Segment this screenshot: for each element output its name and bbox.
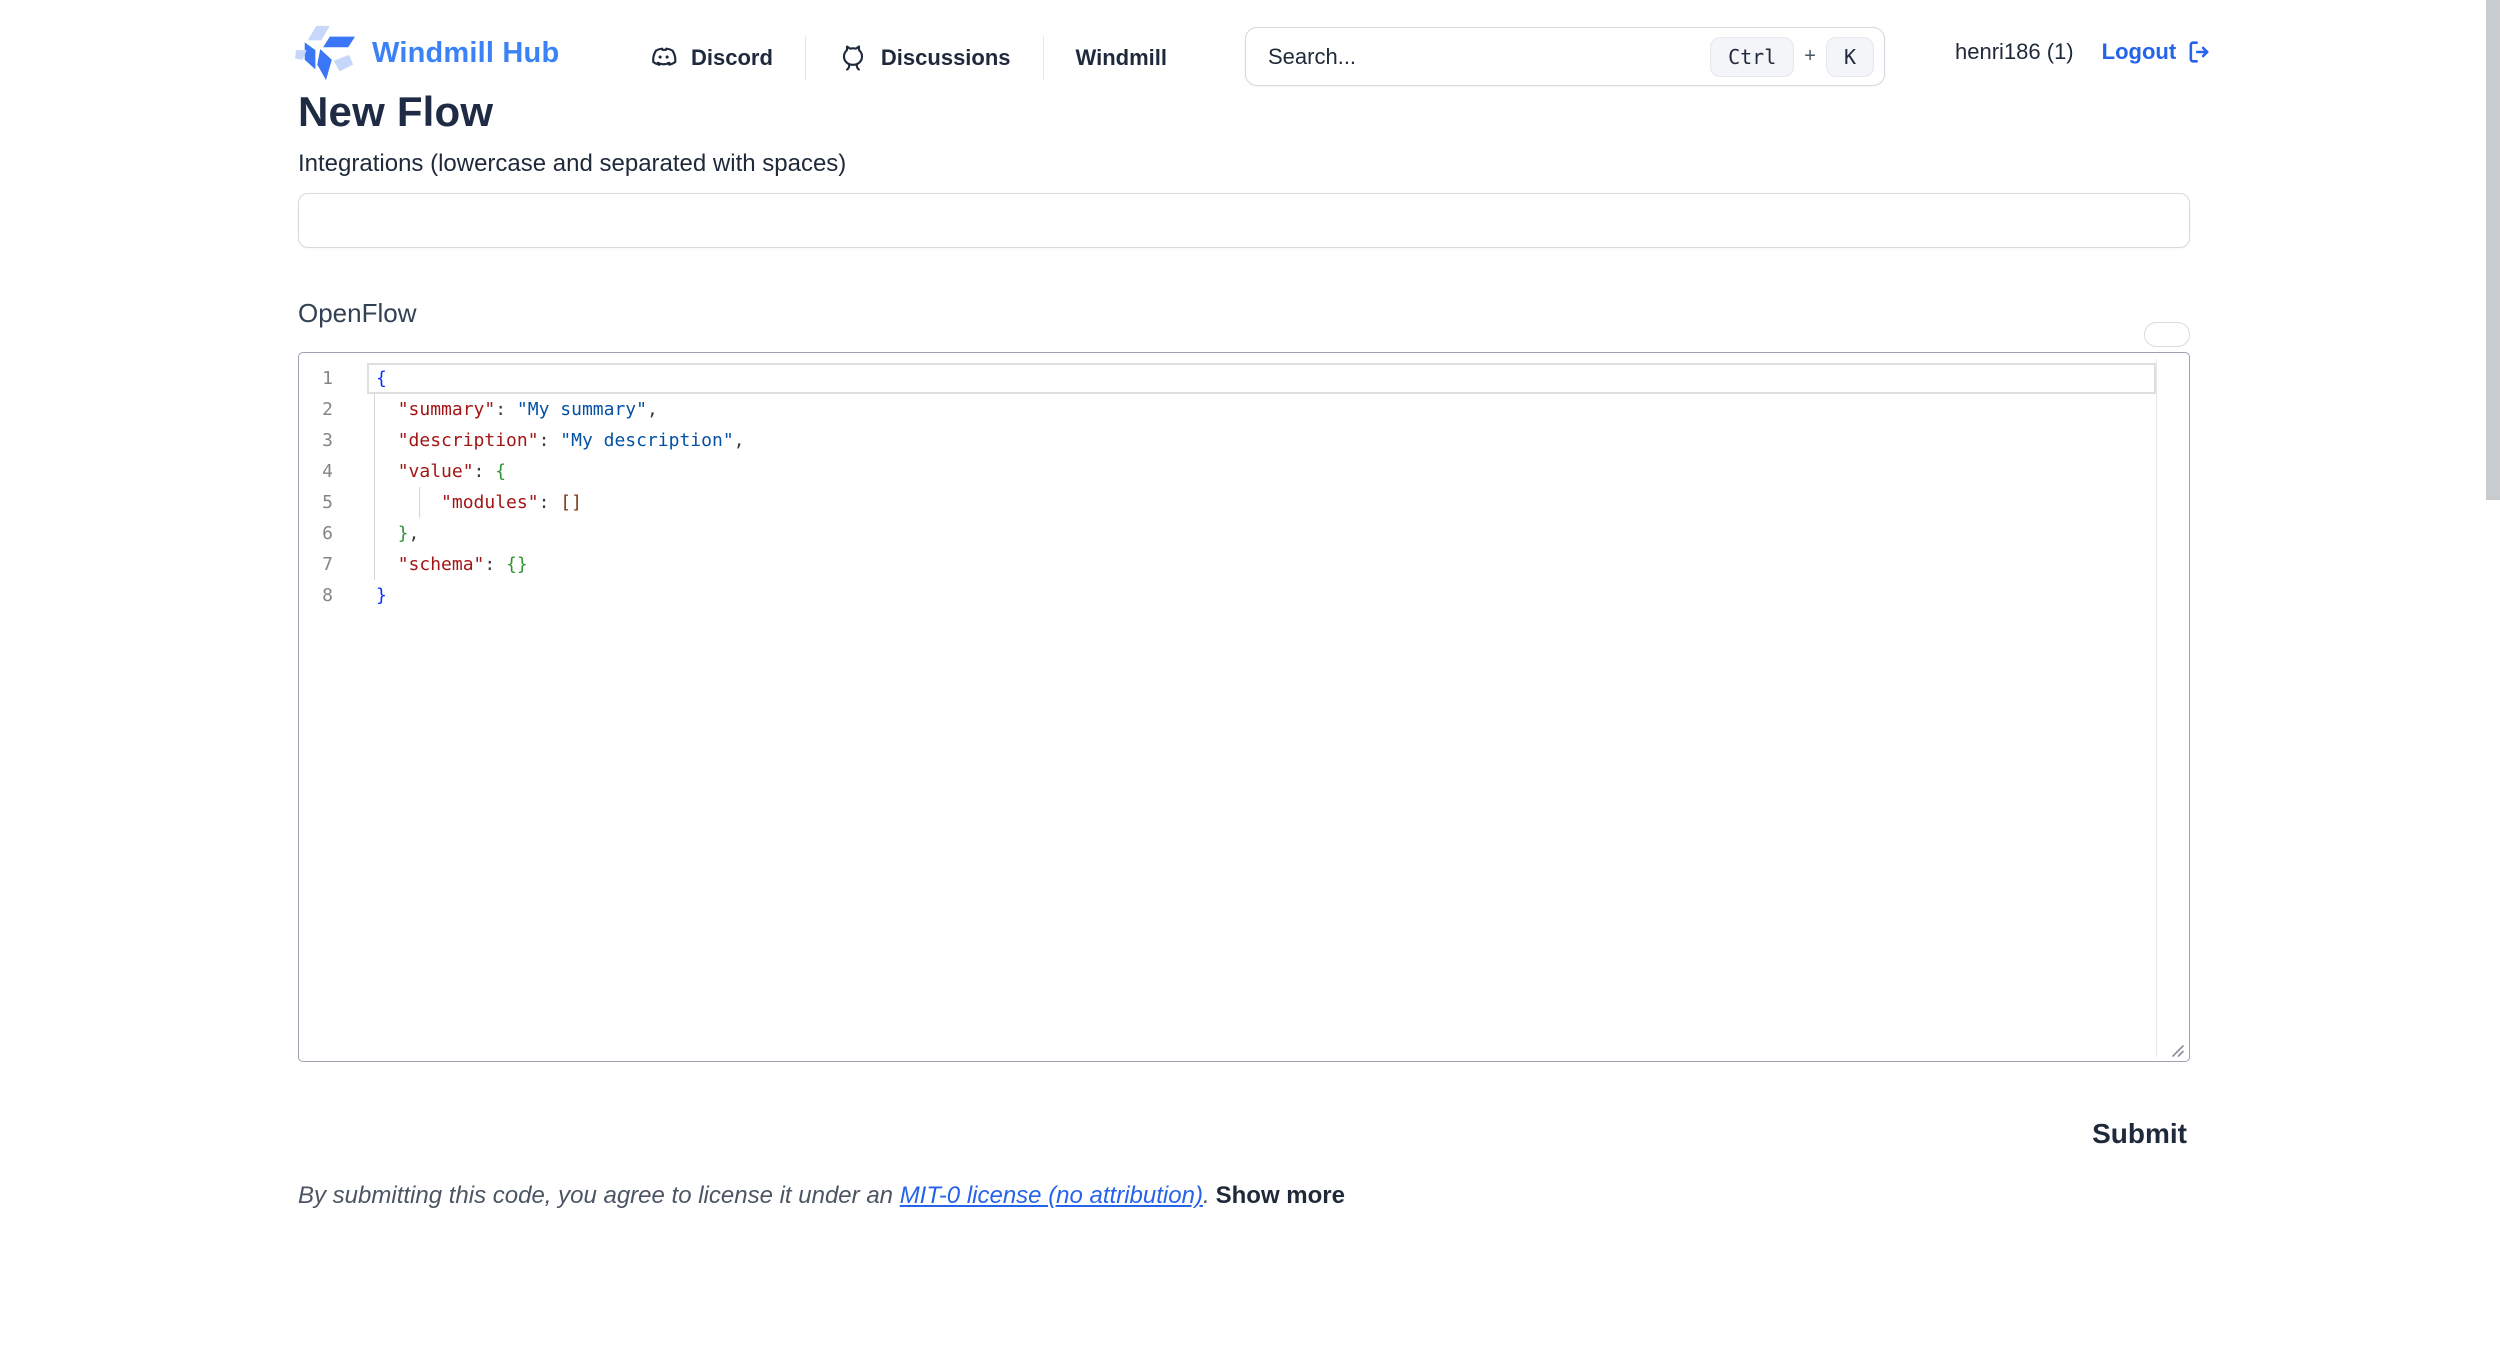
code-line[interactable]: 7 "schema": {} <box>299 549 2189 580</box>
user-area: henri186 (1) Logout <box>1955 38 2213 66</box>
windmill-logo-icon <box>295 24 357 82</box>
code-text: "summary": "My summary", <box>376 394 658 425</box>
integrations-input[interactable] <box>298 193 2190 248</box>
logout-icon <box>2185 38 2213 66</box>
nav-divider <box>1043 36 1044 80</box>
license-note: By submitting this code, you agree to li… <box>298 1182 1345 1210</box>
line-number: 5 <box>299 487 333 518</box>
license-text: By submitting this code, you agree to li… <box>298 1182 900 1209</box>
show-more-link[interactable]: Show more <box>1216 1182 1345 1209</box>
nav-item-discord[interactable]: Discord <box>648 43 773 73</box>
submit-button[interactable]: Submit <box>2092 1118 2187 1150</box>
code-text: "value": { <box>376 456 506 487</box>
code-line[interactable]: 1{ <box>299 363 2189 394</box>
openflow-toggle[interactable] <box>2144 322 2190 347</box>
page-scrollbar[interactable] <box>2486 0 2500 1359</box>
code-line[interactable]: 2 "summary": "My summary", <box>299 394 2189 425</box>
kbd-k: K <box>1826 37 1874 77</box>
username: henri186 (1) <box>1955 39 2074 65</box>
nav-item-discussions[interactable]: Discussions <box>838 43 1011 73</box>
line-number: 7 <box>299 549 333 580</box>
line-number: 1 <box>299 363 333 394</box>
github-discussions-icon <box>838 43 868 73</box>
kbd-ctrl: Ctrl <box>1710 37 1794 77</box>
line-number: 8 <box>299 580 333 611</box>
code-line[interactable]: 3 "description": "My description", <box>299 425 2189 456</box>
logout-button[interactable]: Logout <box>2102 38 2214 66</box>
nav-label: Discussions <box>881 45 1011 71</box>
discord-icon <box>648 43 678 73</box>
license-suffix: . <box>1203 1182 1210 1209</box>
main-nav: Discord Discussions Windmill <box>648 34 1167 82</box>
search-input[interactable] <box>1266 43 1710 71</box>
line-number: 6 <box>299 518 333 549</box>
code-text: { <box>376 363 387 394</box>
nav-label: Discord <box>691 45 773 71</box>
brand-name: Windmill Hub <box>372 37 559 70</box>
line-number: 2 <box>299 394 333 425</box>
brand-home-link[interactable]: Windmill Hub <box>295 24 559 82</box>
code-line[interactable]: 4 "value": { <box>299 456 2189 487</box>
code-text: "schema": {} <box>376 549 528 580</box>
nav-label: Windmill <box>1076 45 1167 71</box>
code-line[interactable]: 6 }, <box>299 518 2189 549</box>
integrations-label: Integrations (lowercase and separated wi… <box>298 150 846 178</box>
nav-item-windmill[interactable]: Windmill <box>1076 45 1167 71</box>
code-line[interactable]: 8} <box>299 580 2189 611</box>
logout-label: Logout <box>2102 39 2177 65</box>
kbd-plus-separator: + <box>1804 45 1816 68</box>
code-line[interactable]: 5 "modules": [] <box>299 487 2189 518</box>
code-text: "modules": [] <box>376 487 582 518</box>
line-number: 3 <box>299 425 333 456</box>
scrollbar-thumb[interactable] <box>2486 0 2500 500</box>
code-text: "description": "My description", <box>376 425 745 456</box>
code-rows: 1{2 "summary": "My summary",3 "descripti… <box>299 363 2189 611</box>
resize-grip-icon[interactable] <box>2167 1040 2185 1058</box>
code-text: } <box>376 580 387 611</box>
mit0-license-link[interactable]: MIT-0 license (no attribution) <box>900 1182 1203 1209</box>
line-number: 4 <box>299 456 333 487</box>
openflow-label: OpenFlow <box>298 298 417 329</box>
search-box[interactable]: Ctrl + K <box>1245 27 1885 86</box>
code-text: }, <box>376 518 419 549</box>
nav-divider <box>805 36 806 80</box>
openflow-code-editor[interactable]: 1{2 "summary": "My summary",3 "descripti… <box>298 352 2190 1062</box>
page-title: New Flow <box>298 88 493 136</box>
